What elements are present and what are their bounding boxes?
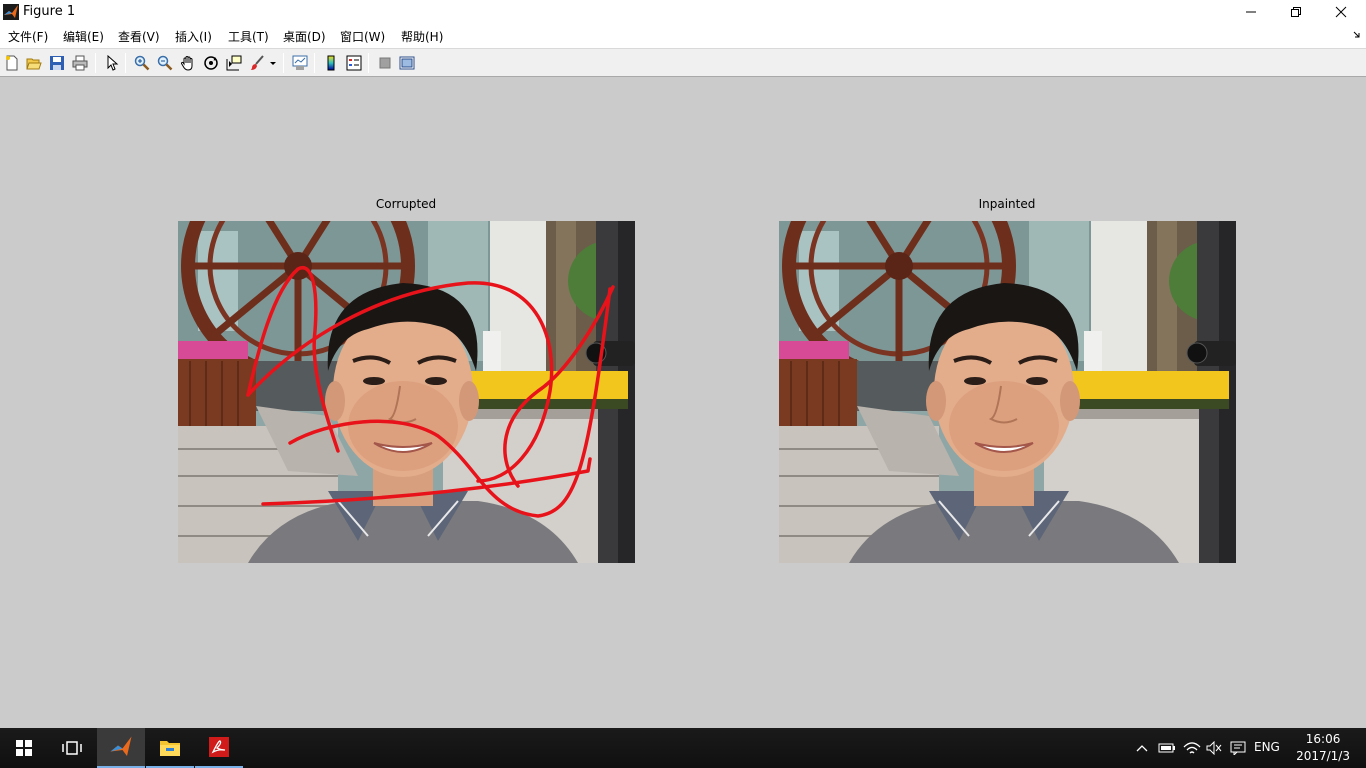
notification-icon <box>1230 741 1246 755</box>
start-icon <box>16 740 32 756</box>
zoom-out-button[interactable] <box>155 53 175 73</box>
inpainted-image[interactable] <box>779 221 1236 563</box>
figure-toolbar <box>0 48 1366 77</box>
menu-file[interactable]: 文件(F) <box>8 28 48 45</box>
colorbar-icon <box>327 55 335 71</box>
menu-view[interactable]: 查看(V) <box>118 28 160 45</box>
show-hidden-icons-button[interactable] <box>1133 728 1151 768</box>
pan-hand-icon <box>180 55 193 71</box>
print-icon <box>72 55 88 71</box>
show-plot-tools-button[interactable] <box>397 53 417 73</box>
acrobat-icon <box>209 737 229 757</box>
toolbar-separator <box>314 53 315 73</box>
title-bar: Figure 1 <box>0 0 1366 24</box>
print-button[interactable] <box>70 53 90 73</box>
hide-plot-tools-button[interactable] <box>375 53 395 73</box>
data-cursor-icon <box>226 55 242 71</box>
action-center-button[interactable] <box>1227 728 1249 768</box>
new-figure-icon <box>6 55 18 71</box>
taskbar-file-explorer[interactable] <box>146 728 194 768</box>
minimize-button[interactable] <box>1228 0 1274 24</box>
toolbar-separator <box>283 53 284 73</box>
save-button[interactable] <box>47 53 67 73</box>
inpainted-photo <box>779 221 1236 563</box>
taskbar-acrobat[interactable] <box>195 728 243 768</box>
taskbar-matlab[interactable] <box>97 728 145 768</box>
taskbar: ENG 16:06 2017/1/3 <box>0 728 1366 768</box>
figure-canvas: Corrupted Inpainted <box>0 77 1366 728</box>
input-language[interactable]: ENG <box>1254 740 1280 754</box>
toolbar-separator <box>125 53 126 73</box>
battery-button[interactable] <box>1156 728 1178 768</box>
chevron-up-icon <box>1136 745 1148 752</box>
brush-icon <box>251 55 264 70</box>
volume-muted-icon <box>1206 741 1222 755</box>
link-plot-button[interactable] <box>290 53 310 73</box>
zoom-in-button[interactable] <box>132 53 152 73</box>
clock-time: 16:06 <box>1305 732 1341 746</box>
corrupted-image[interactable] <box>178 221 635 563</box>
brush-button[interactable] <box>247 53 267 73</box>
rotate-3d-button[interactable] <box>201 53 221 73</box>
wifi-icon <box>1183 742 1201 754</box>
chevron-down-icon <box>270 62 276 65</box>
legend-icon <box>346 55 362 71</box>
inpainted-axes-title: Inpainted <box>978 197 1036 211</box>
restore-button[interactable] <box>1273 0 1319 24</box>
restore-icon <box>1291 7 1301 17</box>
toolbar-separator <box>95 53 96 73</box>
window-title: Figure 1 <box>23 4 76 19</box>
menu-insert[interactable]: 插入(I) <box>175 28 212 45</box>
insert-legend-button[interactable] <box>344 53 364 73</box>
save-icon <box>50 56 64 70</box>
matlab-icon <box>110 736 132 756</box>
menu-tools[interactable]: 工具(T) <box>228 28 269 45</box>
close-icon <box>1335 6 1347 18</box>
rotate-3d-icon <box>204 56 218 70</box>
collapse-menu-icon[interactable] <box>1352 30 1362 40</box>
link-plot-icon <box>292 55 308 70</box>
task-view-button[interactable] <box>48 728 96 768</box>
open-file-button[interactable] <box>24 53 44 73</box>
battery-icon <box>1158 743 1175 753</box>
file-explorer-icon <box>160 741 180 756</box>
menu-edit[interactable]: 编辑(E) <box>63 28 104 45</box>
matlab-logo-icon <box>3 4 19 20</box>
menu-window[interactable]: 窗口(W) <box>340 28 385 45</box>
menu-desktop[interactable]: 桌面(D) <box>283 28 326 45</box>
corrupted-axes-title: Corrupted <box>375 197 437 211</box>
volume-button[interactable] <box>1204 728 1224 768</box>
system-clock[interactable]: 16:06 2017/1/3 <box>1296 731 1350 765</box>
toolbar-separator <box>368 53 369 73</box>
zoom-out-icon <box>157 55 173 71</box>
edit-plot-button[interactable] <box>102 53 122 73</box>
zoom-in-icon <box>134 55 150 71</box>
minimize-icon <box>1246 11 1256 13</box>
data-cursor-button[interactable] <box>224 53 244 73</box>
brush-dropdown-button[interactable] <box>268 53 278 73</box>
start-button[interactable] <box>0 728 48 768</box>
menu-bar: 文件(F) 编辑(E) 查看(V) 插入(I) 工具(T) 桌面(D) 窗口(W… <box>0 24 1366 48</box>
open-file-icon <box>26 58 42 70</box>
show-plot-tools-icon <box>399 56 415 70</box>
wifi-button[interactable] <box>1181 728 1203 768</box>
insert-colorbar-button[interactable] <box>321 53 341 73</box>
corrupted-photo <box>178 221 635 563</box>
new-figure-button[interactable] <box>2 53 22 73</box>
hide-plot-tools-icon <box>379 57 391 69</box>
clock-date: 2017/1/3 <box>1296 749 1350 763</box>
task-view-icon <box>62 741 82 755</box>
pointer-icon <box>107 55 119 71</box>
menu-help[interactable]: 帮助(H) <box>401 28 443 45</box>
pan-button[interactable] <box>178 53 198 73</box>
close-button[interactable] <box>1318 0 1364 24</box>
